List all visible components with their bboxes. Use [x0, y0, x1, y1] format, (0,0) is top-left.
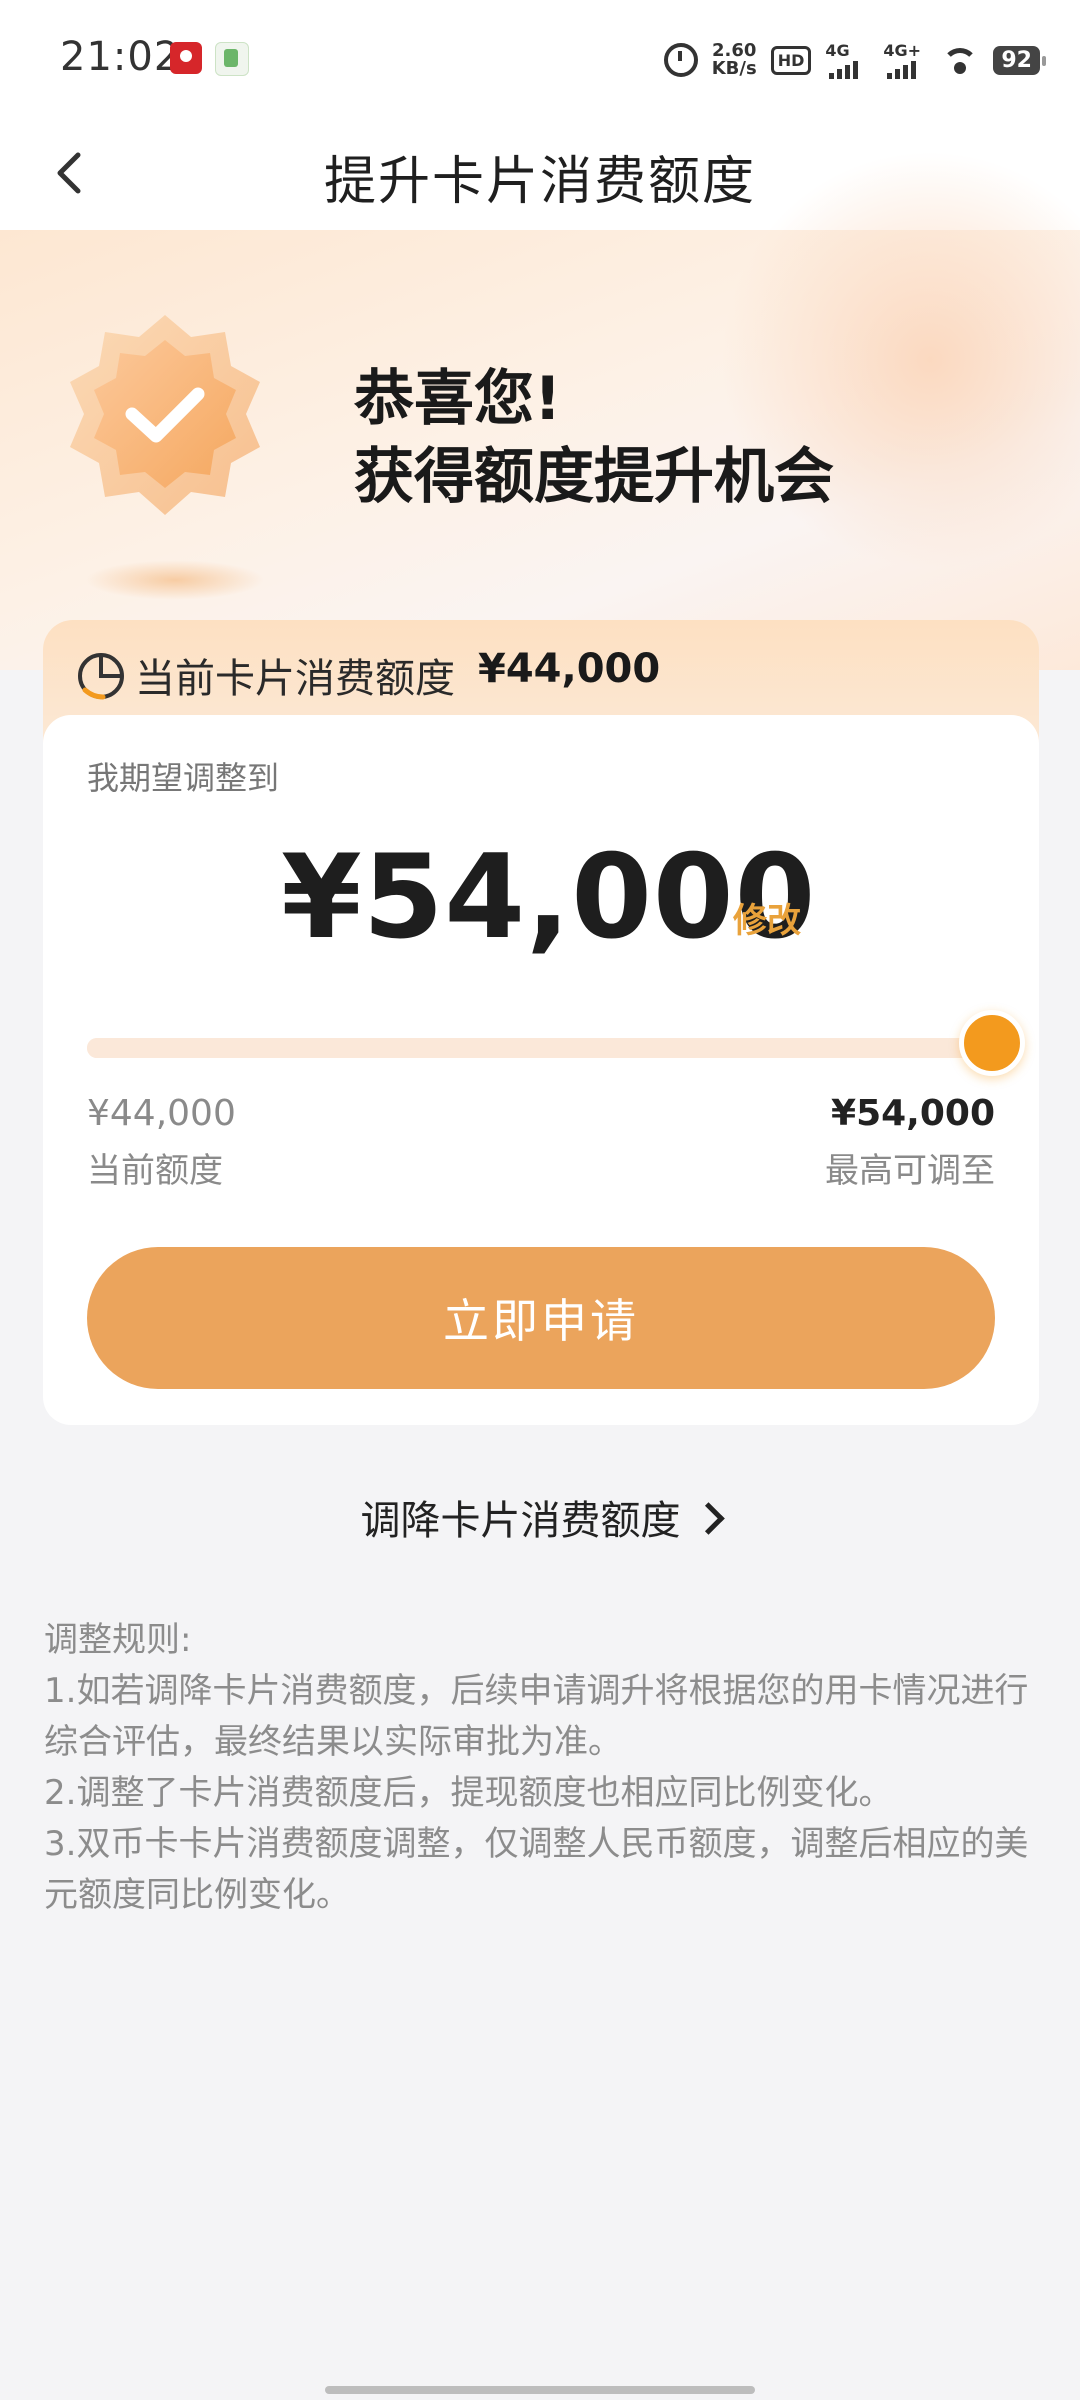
chevron-right-icon: [691, 1502, 725, 1535]
wifi-icon: [941, 46, 979, 74]
alarm-icon: [663, 43, 698, 77]
home-indicator[interactable]: [325, 2386, 755, 2394]
rule-item: 1.如若调降卡片消费额度，后续申请调升将根据您的用卡情况进行综合评估，最终结果以…: [44, 1671, 1029, 1762]
min-amount: ¥44,000: [87, 1093, 236, 1134]
expect-label: 我期望调整到: [87, 759, 280, 797]
min-label: 当前额度: [87, 1151, 223, 1191]
limit-slider-thumb[interactable]: [959, 1010, 1025, 1076]
decrease-limit-link[interactable]: 调降卡片消费额度: [0, 1488, 1080, 1546]
apply-button[interactable]: 立即申请: [87, 1247, 995, 1389]
congrats-text: 恭喜您! 获得额度提升机会: [354, 364, 834, 512]
status-time: 21:02: [60, 34, 181, 80]
success-badge-icon: [70, 315, 260, 515]
notification-app-icon: [170, 42, 202, 74]
pie-chart-icon: [78, 653, 124, 700]
limit-slider-track[interactable]: [87, 1038, 1002, 1058]
status-bar: 21:02 2.60 KB/s HD 4G 4G+ 92: [0, 0, 1080, 115]
signal-icon: 4G: [825, 41, 869, 79]
rules-title: 调整规则:: [44, 1620, 192, 1660]
current-limit-amount: ¥44,000: [478, 646, 661, 692]
battery-icon: 92: [993, 45, 1046, 75]
signal-icon: 4G+: [883, 41, 927, 79]
rule-item: 3.双币卡卡片消费额度调整，仅调整人民币额度，调整后相应的美元额度同比例变化。: [44, 1824, 1029, 1915]
limit-slider-fill: [87, 1038, 1002, 1058]
hd-voice-icon: HD: [770, 45, 812, 75]
hero-banner: 恭喜您! 获得额度提升机会: [0, 150, 1080, 670]
adjust-card: 我期望调整到 ¥54,000 修改 ¥44,000 当前额度 ¥54,000 最…: [43, 715, 1039, 1425]
max-label: 最高可调至: [825, 1151, 995, 1191]
edit-amount-link[interactable]: 修改: [733, 893, 801, 942]
rule-item: 2.调整了卡片消费额度后，提现额度也相应同比例变化。: [44, 1773, 893, 1813]
decrease-limit-label: 调降卡片消费额度: [360, 1498, 681, 1544]
network-speed: 2.60 KB/s: [711, 40, 757, 79]
current-limit-label: 当前卡片消费额度: [135, 656, 455, 702]
adjust-rules: 调整规则: 1.如若调降卡片消费额度，后续申请调升将根据您的用卡情况进行综合评估…: [44, 1615, 1044, 1921]
status-icons: 2.60 KB/s HD 4G 4G+ 92: [663, 38, 1046, 82]
notification-app-icon: [215, 42, 249, 76]
max-amount: ¥54,000: [831, 1093, 995, 1134]
badge-shadow: [85, 560, 265, 600]
